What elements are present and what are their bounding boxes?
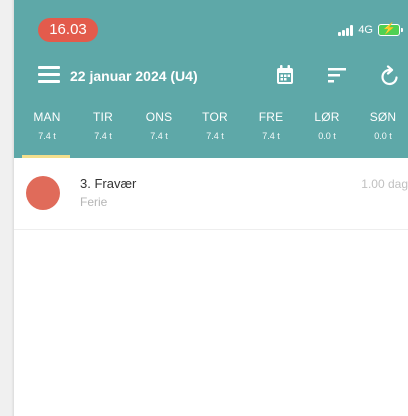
phone-screen: 16.03 4G ⚡ 22 januar 2024 (U4) MAN 7.4 t…: [0, 0, 408, 416]
day-name: TIR: [93, 110, 113, 124]
day-name: TOR: [202, 110, 228, 124]
day-name: LØR: [314, 110, 340, 124]
day-hours: 7.4 t: [262, 131, 280, 141]
entry-list: 3. Fravær Ferie 1.00 dag: [14, 158, 408, 416]
status-time: 16.03: [38, 18, 98, 42]
day-hours: 7.4 t: [94, 131, 112, 141]
hamburger-menu-icon[interactable]: [38, 66, 60, 84]
signal-icon: [338, 24, 354, 36]
day-hours: 0.0 t: [374, 131, 392, 141]
entry-subtitle: Ferie: [80, 195, 108, 209]
tab-saturday[interactable]: LØR 0.0 t: [302, 110, 352, 158]
day-name: ONS: [145, 110, 173, 124]
day-hours: 7.4 t: [38, 131, 56, 141]
tab-tuesday[interactable]: TIR 7.4 t: [78, 110, 128, 158]
tab-sunday[interactable]: SØN 0.0 t: [358, 110, 408, 158]
status-indicators: 4G ⚡: [338, 21, 403, 39]
list-item[interactable]: 3. Fravær Ferie 1.00 dag: [14, 158, 408, 230]
day-name: MAN: [33, 110, 61, 124]
left-screen-edge: [0, 0, 14, 416]
sort-icon[interactable]: [328, 67, 346, 83]
day-name: FRE: [258, 110, 284, 124]
charging-bolt-icon: ⚡: [382, 23, 396, 35]
entry-color-dot: [26, 176, 60, 210]
day-name: SØN: [369, 110, 397, 124]
network-label: 4G: [358, 24, 373, 36]
battery-icon: ⚡: [378, 23, 403, 36]
calendar-icon[interactable]: [276, 65, 294, 85]
status-bar: 16.03 4G ⚡: [14, 0, 408, 48]
entry-duration: 1.00 dag: [361, 177, 408, 191]
refresh-icon[interactable]: [380, 65, 400, 87]
tab-friday[interactable]: FRE 7.4 t: [246, 110, 296, 158]
week-day-tabs: MAN 7.4 t TIR 7.4 t ONS 7.4 t TOR 7.4 t …: [14, 110, 408, 158]
day-hours: 0.0 t: [318, 131, 336, 141]
entry-title: 3. Fravær: [80, 176, 137, 191]
app-bar: 22 januar 2024 (U4): [14, 58, 408, 94]
tab-monday[interactable]: MAN 7.4 t: [22, 110, 72, 158]
tab-thursday[interactable]: TOR 7.4 t: [190, 110, 240, 158]
week-title[interactable]: 22 januar 2024 (U4): [70, 67, 198, 85]
tab-wednesday[interactable]: ONS 7.4 t: [134, 110, 184, 158]
day-hours: 7.4 t: [150, 131, 168, 141]
day-hours: 7.4 t: [206, 131, 224, 141]
